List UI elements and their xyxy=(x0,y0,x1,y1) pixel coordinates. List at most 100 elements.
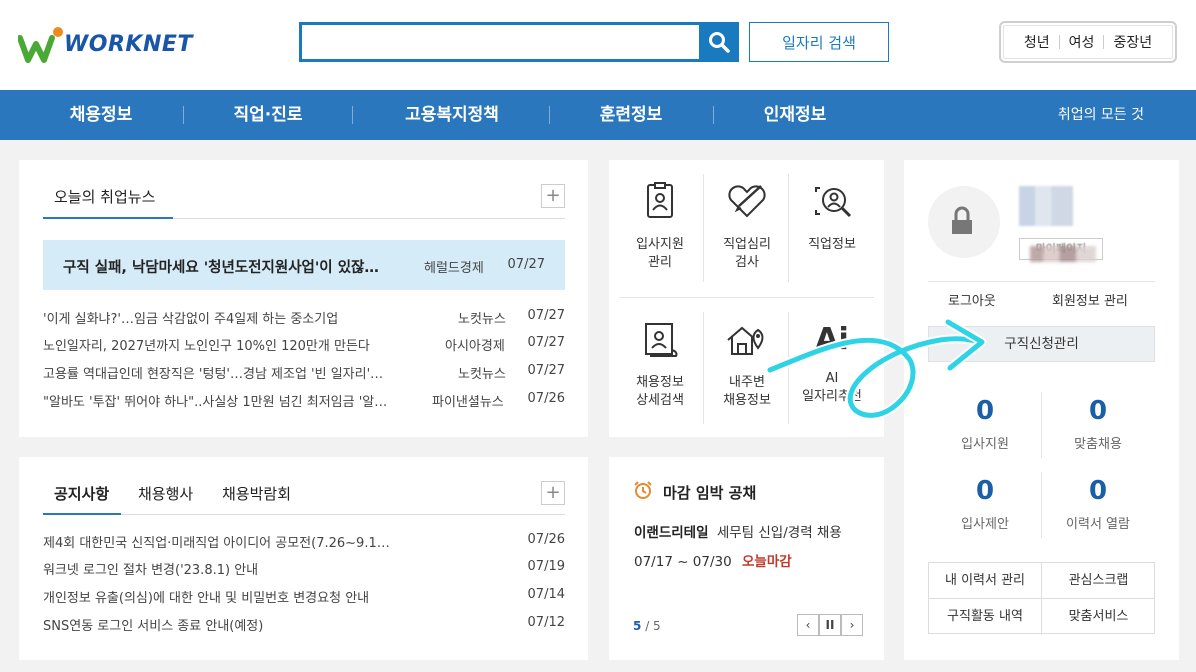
news-date: 07/26 xyxy=(527,391,565,406)
nav-item-recruit[interactable]: 채용정보 xyxy=(42,90,160,140)
divider xyxy=(352,106,353,124)
site-header: WORKNET 일자리 검색 청년 여성 중장년 xyxy=(0,0,1196,90)
news-date: 07/27 xyxy=(527,308,565,323)
logo-text: WORKNET xyxy=(64,32,193,57)
nav-all-about-jobs[interactable]: 취업의 모든 것 xyxy=(1058,90,1144,140)
pause-button[interactable]: II xyxy=(819,614,841,636)
main-nav: 채용정보 직업·진로 고용복지정책 훈련정보 인재정보 취업의 모든 것 xyxy=(0,90,1196,140)
nav-item-welfare-policy[interactable]: 고용복지정책 xyxy=(382,90,522,140)
job-search-button[interactable]: 일자리 검색 xyxy=(749,22,889,62)
search-input[interactable] xyxy=(302,25,701,59)
headline-date: 07/27 xyxy=(507,257,545,272)
stat-matched-label: 맞춤채용 xyxy=(1074,437,1122,452)
quick-job-info[interactable]: 직업정보 xyxy=(790,182,874,254)
lock-icon xyxy=(952,206,972,234)
active-tab-indicator xyxy=(43,513,121,515)
deadline-title: 마감 임박 공채 xyxy=(663,484,757,502)
notice-date: 07/19 xyxy=(527,559,565,574)
search-field[interactable] xyxy=(299,22,701,62)
member-button-grid: 내 이력서 관리 관심스크랩 구직활동 내역 맞춤서비스 xyxy=(928,562,1155,635)
alarm-clock-icon xyxy=(634,481,652,499)
headline-title: 구직 실패, 낙담마세요 '청년도전지원사업'이 있잖… xyxy=(63,260,379,276)
deadline-company: 이랜드리테일 xyxy=(634,525,709,541)
active-tab-indicator xyxy=(43,217,173,219)
notice-title: SNS연동 로그인 서비스 종료 안내(예정) xyxy=(43,619,264,634)
news-title: 고용률 역대급인데 현장직은 '텅텅'…경남 제조업 '빈 일자리'… xyxy=(43,367,384,382)
quick-label: 직업정보 xyxy=(808,237,856,252)
news-row[interactable]: '이게 실화냐?'…임금 삭감없이 주4일제 하는 중소기업 노컷뉴스 07/2… xyxy=(43,308,565,328)
news-date: 07/27 xyxy=(527,335,565,350)
tab-notices[interactable]: 공지사항 xyxy=(54,483,109,504)
news-headline[interactable]: 구직 실패, 낙담마세요 '청년도전지원사업'이 있잖… 헤럴드경제 07/27 xyxy=(43,240,565,290)
stat-resume-views-count[interactable]: 0 xyxy=(1058,476,1138,506)
quick-psych-test[interactable]: 직업심리 검사 xyxy=(705,182,789,272)
notice-date: 07/26 xyxy=(527,532,565,547)
divider xyxy=(1041,392,1042,458)
news-row[interactable]: 고용률 역대급인데 현장직은 '텅텅'…경남 제조업 '빈 일자리'… 노컷뉴스… xyxy=(43,363,565,383)
divider xyxy=(703,312,704,424)
quick-label: 관리 xyxy=(648,255,672,270)
tab-recruit-events[interactable]: 채용행사 xyxy=(138,483,193,504)
notice-row[interactable]: 워크넷 로그인 절차 변경('23.8.1) 안내 07/19 xyxy=(43,559,565,579)
next-button[interactable]: › xyxy=(841,614,863,636)
search-icon xyxy=(709,32,730,53)
notice-row[interactable]: 개인정보 유출(의심)에 대한 안내 및 비밀번호 변경요청 안내 07/14 xyxy=(43,587,565,607)
target-links: 청년 여성 중장년 xyxy=(999,21,1177,63)
stat-matched-count[interactable]: 0 xyxy=(1058,396,1138,426)
divider xyxy=(928,281,1155,282)
page-total: / 5 xyxy=(645,619,661,633)
news-row[interactable]: 노인일자리, 2027년까지 노인인구 10%인 120만개 만든다 아시아경제… xyxy=(43,335,565,355)
search-button[interactable] xyxy=(699,22,739,62)
news-title: "알바도 '투잡' 뛰어야 하나"..사실상 1만원 넘긴 최저임금 '알… xyxy=(43,395,388,410)
stat-offers-count[interactable]: 0 xyxy=(945,476,1025,506)
stat-resume-views-label: 이력서 열람 xyxy=(1066,517,1130,532)
deadline-period-row: 07/17 ~ 07/30 오늘마감 xyxy=(634,550,792,570)
news-source: 노컷뉴스 xyxy=(458,312,506,327)
news-title: 노인일자리, 2027년까지 노인인구 10%인 120만개 만든다 xyxy=(43,339,370,354)
notice-row[interactable]: 제4회 대한민국 신직업·미래직업 아이디어 공모전(7.26~9.1… 07/… xyxy=(43,532,565,552)
nav-item-training[interactable]: 훈련정보 xyxy=(572,90,690,140)
tab-job-fairs[interactable]: 채용박람회 xyxy=(222,483,291,504)
worknet-logo[interactable]: WORKNET xyxy=(17,26,192,66)
quick-apply-manage[interactable]: 입사지원 관리 xyxy=(618,182,702,272)
divider xyxy=(713,106,714,124)
deadline-job[interactable]: 이랜드리테일 세무팀 신입/경력 채용 xyxy=(634,521,842,541)
annotation-arrow xyxy=(765,317,987,420)
quick-detailed-search[interactable]: 채용정보 상세검색 xyxy=(618,320,702,410)
deadline-period: 07/17 ~ 07/30 xyxy=(634,554,732,570)
notice-more-button[interactable]: + xyxy=(541,481,565,505)
news-date: 07/27 xyxy=(527,363,565,378)
job-activity-button[interactable]: 구직활동 내역 xyxy=(929,599,1042,635)
link-women[interactable]: 여성 xyxy=(1060,32,1104,52)
resume-icon xyxy=(647,182,673,218)
tab-today-news[interactable]: 오늘의 취업뉴스 xyxy=(54,186,155,207)
divider xyxy=(619,297,874,298)
deadline-status: 오늘마감 xyxy=(742,554,792,570)
news-source: 아시아경제 xyxy=(445,339,505,354)
news-row[interactable]: "알바도 '투잡' 뛰어야 하나"..사실상 1만원 넘긴 최저임금 '알… 파… xyxy=(43,391,565,411)
prev-button[interactable]: ‹ xyxy=(797,614,819,636)
blurred-username xyxy=(1019,186,1073,226)
notice-title: 워크넷 로그인 절차 변경('23.8.1) 안내 xyxy=(43,563,259,578)
link-youth[interactable]: 청년 xyxy=(1015,32,1059,52)
my-resume-button[interactable]: 내 이력서 관리 xyxy=(929,563,1042,599)
news-source: 파이낸셜뉴스 xyxy=(432,395,504,410)
notice-title: 개인정보 유출(의심)에 대한 안내 및 비밀번호 변경요청 안내 xyxy=(43,591,370,606)
notice-row[interactable]: SNS연동 로그인 서비스 종료 안내(예정) 07/12 xyxy=(43,615,565,635)
deadline-position: 세무팀 신입/경력 채용 xyxy=(716,525,842,541)
divider xyxy=(1041,472,1042,538)
search-person-icon xyxy=(815,187,852,218)
nav-item-talent[interactable]: 인재정보 xyxy=(736,90,854,140)
member-info-link[interactable]: 회원정보 관리 xyxy=(1052,290,1128,309)
news-title: '이게 실화냐?'…임금 삭감없이 주4일제 하는 중소기업 xyxy=(43,312,339,327)
nav-item-career[interactable]: 직업·진로 xyxy=(206,90,330,140)
heart-pen-icon xyxy=(728,185,766,218)
scrap-button[interactable]: 관심스크랩 xyxy=(1042,563,1155,599)
custom-service-button[interactable]: 맞춤서비스 xyxy=(1042,599,1155,635)
notice-date: 07/14 xyxy=(527,587,565,602)
blurred-info xyxy=(1030,246,1096,262)
quick-label: 직업심리 xyxy=(723,237,771,252)
link-middle-aged[interactable]: 중장년 xyxy=(1104,32,1161,52)
document-person-icon xyxy=(645,323,678,357)
news-more-button[interactable]: + xyxy=(541,184,565,208)
